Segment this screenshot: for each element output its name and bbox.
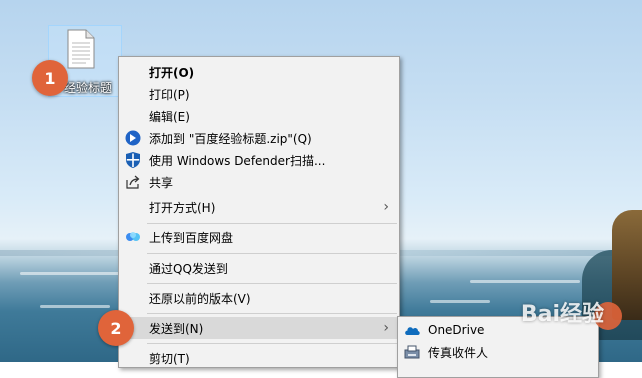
menu-item-cut[interactable]: 剪切(T) [119,347,399,367]
desktop-file-label[interactable]: 经验标题 [64,79,112,96]
fax-icon [403,343,421,361]
chevron-right-icon: › [383,199,389,215]
baidu-netdisk-icon [124,228,142,246]
menu-item-label: 打开方式(H) [149,200,216,215]
wave [430,300,490,303]
menu-item-edit[interactable]: 编辑(E) [119,105,399,127]
onedrive-icon [403,321,421,339]
menu-item-label: 共享 [149,175,174,190]
chevron-right-icon: › [383,320,389,336]
shield-icon [124,151,142,169]
menu-separator [147,253,397,254]
menu-item-restore-previous[interactable]: 还原以前的版本(V) [119,287,399,309]
menu-item-label: 使用 Windows Defender扫描... [149,153,326,168]
menu-item-label: 打印(P) [149,87,190,102]
archive-icon [124,129,142,147]
wave [40,305,110,308]
rock-shape [612,210,642,320]
document-icon[interactable] [66,29,96,69]
menu-item-label: 剪切(T) [149,351,190,366]
menu-item-send-via-qq[interactable]: 通过QQ发送到 [119,257,399,279]
menu-item-upload-baidu[interactable]: 上传到百度网盘 [119,226,399,248]
submenu-item-fax[interactable]: 传真收件人 [398,341,598,363]
menu-item-open[interactable]: 打开(O) [119,61,399,83]
menu-item-print[interactable]: 打印(P) [119,83,399,105]
context-menu: 打开(O) 打印(P) 编辑(E) 添加到 "百度经验标题.zip"(Q) 使用… [118,56,400,368]
step-badge-1: 1 [32,60,68,96]
menu-separator [147,223,397,224]
menu-separator [147,313,397,314]
submenu-item-label: 传真收件人 [428,345,489,360]
menu-item-open-with[interactable]: 打开方式(H) › [119,196,399,218]
watermark: Bai经验 [520,302,604,327]
step-badge-2: 2 [98,310,134,346]
menu-item-label: 发送到(N) [149,321,204,336]
menu-item-label: 还原以前的版本(V) [149,291,251,306]
menu-item-send-to[interactable]: 发送到(N) › [119,317,399,339]
share-icon [124,173,142,191]
menu-item-label: 上传到百度网盘 [149,230,234,245]
menu-item-label: 编辑(E) [149,109,190,124]
menu-separator [147,343,397,344]
menu-separator [147,283,397,284]
menu-item-share[interactable]: 共享 [119,171,399,193]
menu-item-label: 通过QQ发送到 [149,261,228,276]
wave [470,280,580,283]
menu-item-label: 添加到 "百度经验标题.zip"(Q) [149,131,312,146]
menu-item-defender-scan[interactable]: 使用 Windows Defender扫描... [119,149,399,171]
menu-item-add-to-zip[interactable]: 添加到 "百度经验标题.zip"(Q) [119,127,399,149]
menu-item-label: 打开(O) [149,65,195,80]
submenu-item-label: OneDrive [428,323,485,337]
